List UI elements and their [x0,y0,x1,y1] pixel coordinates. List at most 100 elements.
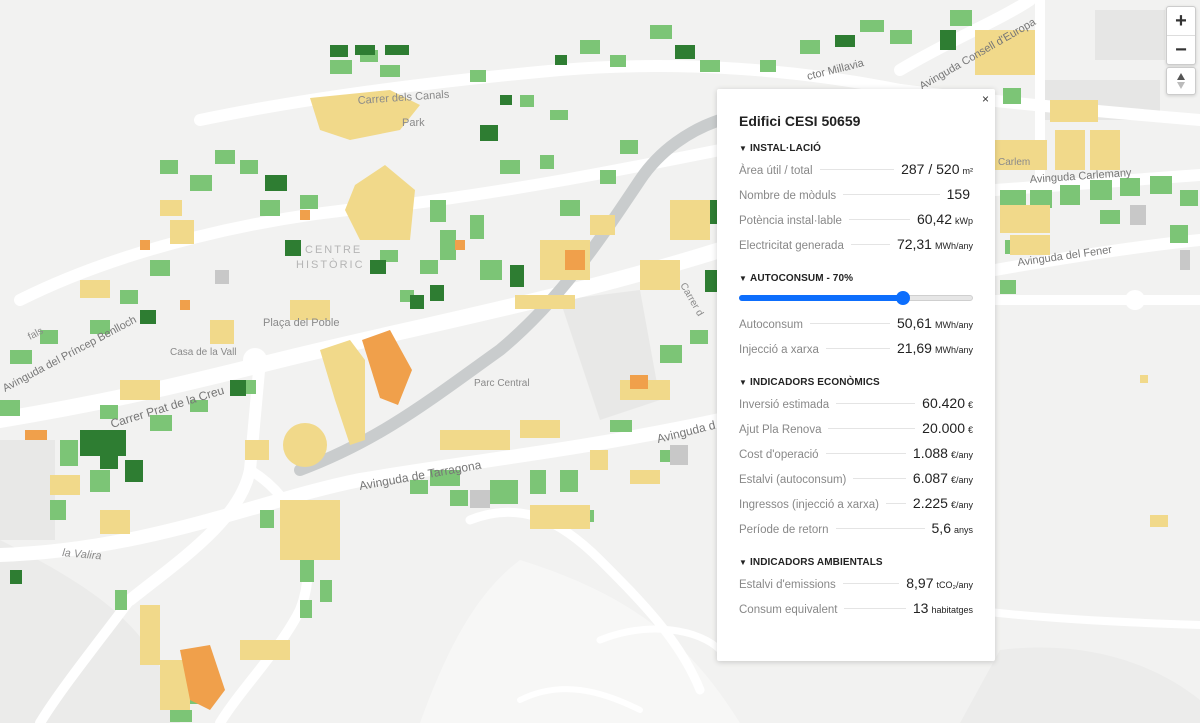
stat-value: 8,97 [906,575,934,591]
leader-line [842,583,900,584]
stat-value: 6.087 [912,470,948,486]
section-environmental-toggle[interactable]: ▼ INDICADORS AMBIENTALS [739,557,973,568]
stat-label: Nombre de mòduls [739,190,837,202]
leader-line [825,453,906,454]
stat-row: Període de retorn 5,6 anys [739,520,973,545]
leader-line [848,219,910,220]
panel-title: Edifici CESI 50659 [739,113,861,129]
stat-row: Ajut Pla Renova 20.000 € [739,420,973,445]
stat-value: 50,61 [896,315,932,331]
stat-label: Autoconsum [739,319,803,331]
leader-line [828,428,916,429]
stat-unit: MWh/any [934,320,973,330]
slider-thumb[interactable] [895,291,910,305]
map-canvas[interactable]: Carrer dels Canals Park CENTRE HISTÒRIC … [0,0,1200,723]
leader-line [844,608,906,609]
stat-row: Estalvi d'emissions 8,97 tCO₂/any [739,575,973,600]
stat-label: Àrea útil / total [739,165,813,177]
stat-value: 13 [912,600,929,616]
leader-line [853,478,906,479]
stat-row: Ingressos (injecció a xarxa) 2.225 €/any [739,495,973,520]
map-label-centre: CENTRE [305,244,362,256]
leader-line [850,244,890,245]
leader-line [843,194,940,195]
zoom-control: + − [1166,6,1196,65]
stat-label: Ingressos (injecció a xarxa) [739,499,879,511]
stat-value: 72,31 [896,236,932,252]
stat-label: Injecció a xarxa [739,344,819,356]
stat-label: Potència instal·lable [739,215,842,227]
stat-value: 1.088 [912,445,948,461]
stat-label: Estalvi (autoconsum) [739,474,847,486]
stat-unit: € [967,400,973,410]
stat-label: Inversió estimada [739,399,830,411]
stat-value: 60,42 [916,211,952,227]
stat-value: 60.420 [922,395,965,411]
section-installation-toggle[interactable]: ▼ INSTAL·LACIÓ [739,143,973,154]
stat-unit: MWh/any [934,345,973,355]
stat-unit: habitatges [931,605,973,615]
leader-line [825,348,890,349]
close-button[interactable]: × [982,92,989,106]
leader-line [835,528,925,529]
map-label-casa-de-la-vall: Casa de la Vall [170,347,237,358]
stat-row: Potència instal·lable 60,42 kWp [739,211,973,236]
caret-down-icon: ▼ [739,144,748,153]
stat-unit: MWh/any [934,241,973,251]
stat-row: Injecció a xarxa 21,69 MWh/any [739,340,973,365]
stat-value: 2.225 [912,495,948,511]
stat-unit: € [967,425,973,435]
stat-label: Electricitat generada [739,240,844,252]
stat-unit: kWp [955,216,973,226]
stat-label: Consum equivalent [739,604,838,616]
stat-value: 5,6 [931,520,951,536]
building-info-panel: × Edifici CESI 50659 ▼ INSTAL·LACIÓ Àrea … [717,89,995,661]
caret-down-icon: ▼ [739,558,748,567]
map-label-carlem: Carlem [998,157,1030,168]
stat-unit: m² [962,166,974,176]
stat-label: Període de retorn [739,524,829,536]
slider-fill [739,295,903,301]
section-economic-toggle[interactable]: ▼ INDICADORS ECONÒMICS [739,377,973,388]
section-selfconsumption-heading: AUTOCONSUM - 70% [750,273,854,284]
stat-value: 287 / 520 [901,161,960,177]
compass-icon [1177,73,1185,89]
stat-unit: tCO₂/any [936,580,973,590]
section-selfconsumption-toggle[interactable]: ▼ AUTOCONSUM - 70% [739,273,973,284]
stat-row: Consum equivalent 13 habitatges [739,600,973,625]
section-economic-heading: INDICADORS ECONÒMICS [750,377,880,388]
stat-label: Ajut Pla Renova [739,424,822,436]
leader-line [885,503,906,504]
stat-unit: €/any [950,450,973,460]
zoom-in-button[interactable]: + [1167,7,1195,35]
stat-row: Autoconsum 50,61 MWh/any [739,315,973,340]
leader-line [819,169,895,170]
caret-down-icon: ▼ [739,274,748,283]
stat-value: 21,69 [896,340,932,356]
section-environmental-heading: INDICADORS AMBIENTALS [750,557,883,568]
compass-button[interactable] [1166,67,1196,95]
stat-value: 20.000 [922,420,965,436]
leader-line [809,323,890,324]
map-label-park: Park [402,117,425,129]
stat-label: Cost d'operació [739,449,819,461]
stat-label: Estalvi d'emissions [739,579,836,591]
zoom-out-button[interactable]: − [1167,35,1195,64]
stat-row: Àrea útil / total 287 / 520 m² [739,161,973,186]
map-label-parc-central: Parc Central [474,378,530,389]
stat-row: Estalvi (autoconsum) 6.087 €/any [739,470,973,495]
map-label-placa-del-poble: Plaça del Poble [263,317,339,329]
stat-row: Nombre de mòduls 159 [739,186,973,211]
stat-unit: €/any [950,500,973,510]
stat-value: 159 [946,186,970,202]
section-installation-heading: INSTAL·LACIÓ [750,143,822,154]
selfconsumption-slider[interactable] [739,291,973,305]
leader-line [836,403,916,404]
caret-down-icon: ▼ [739,378,748,387]
stat-row: Inversió estimada 60.420 € [739,395,973,420]
stat-unit: anys [953,525,973,535]
stat-row: Electricitat generada 72,31 MWh/any [739,236,973,261]
map-label-historic: HISTÒRIC [296,258,365,271]
stat-row: Cost d'operació 1.088 €/any [739,445,973,470]
stat-unit: €/any [950,475,973,485]
